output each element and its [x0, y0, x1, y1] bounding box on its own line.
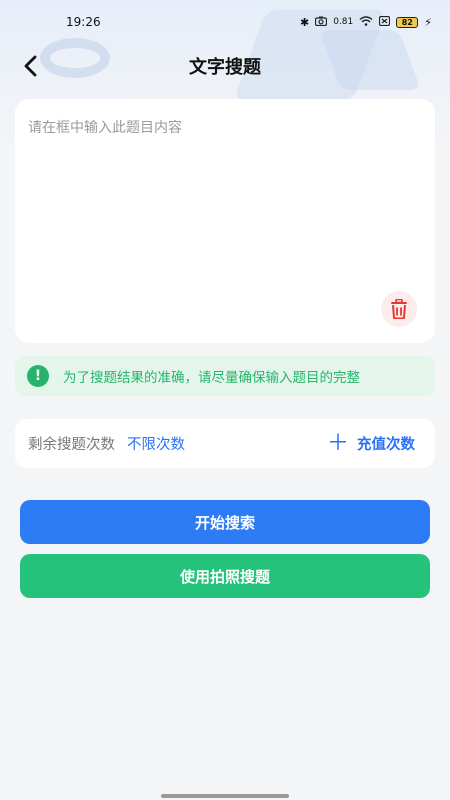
chevron-left-icon [24, 55, 37, 77]
camera-icon [315, 16, 328, 29]
quota-card: 剩余搜题次数 不限次数 ＋ 充值次数 [15, 419, 435, 468]
network-speed: 0.81 [333, 17, 354, 27]
recharge-button[interactable]: ＋ 充值次数 [326, 430, 415, 456]
back-button[interactable] [14, 50, 46, 82]
clear-button[interactable] [381, 291, 417, 327]
photo-search-button[interactable]: 使用拍照搜题 [20, 554, 430, 598]
trash-icon [391, 299, 407, 319]
wifi-icon [359, 15, 373, 29]
recharge-label: 充值次数 [357, 437, 415, 453]
home-indicator[interactable] [161, 794, 289, 798]
nav-bar: 文字搜题 [0, 48, 450, 84]
question-input[interactable] [15, 99, 435, 279]
quota-label: 剩余搜题次数 [28, 437, 115, 453]
status-time: 19:26 [66, 15, 101, 29]
status-bar: 19:26 ✱ 0.81 82 ⚡ [0, 0, 450, 44]
exclamation-icon: ! [27, 365, 49, 387]
tip-banner: ! 为了搜题结果的准确，请尽量确保输入题目的完整 [15, 356, 435, 396]
page-title: 文字搜题 [189, 57, 261, 78]
tip-text: 为了搜题结果的准确，请尽量确保输入题目的完整 [63, 370, 360, 386]
question-input-card [15, 99, 435, 343]
start-search-button[interactable]: 开始搜索 [20, 500, 430, 544]
quota-value: 不限次数 [127, 437, 185, 453]
sim-icon [379, 15, 391, 29]
status-icons: ✱ 0.81 82 ⚡ [300, 15, 432, 29]
plus-icon: ＋ [326, 430, 349, 456]
charging-icon: ⚡ [424, 15, 432, 29]
battery-icon: 82 [396, 16, 419, 28]
bluetooth-icon: ✱ [300, 15, 310, 29]
